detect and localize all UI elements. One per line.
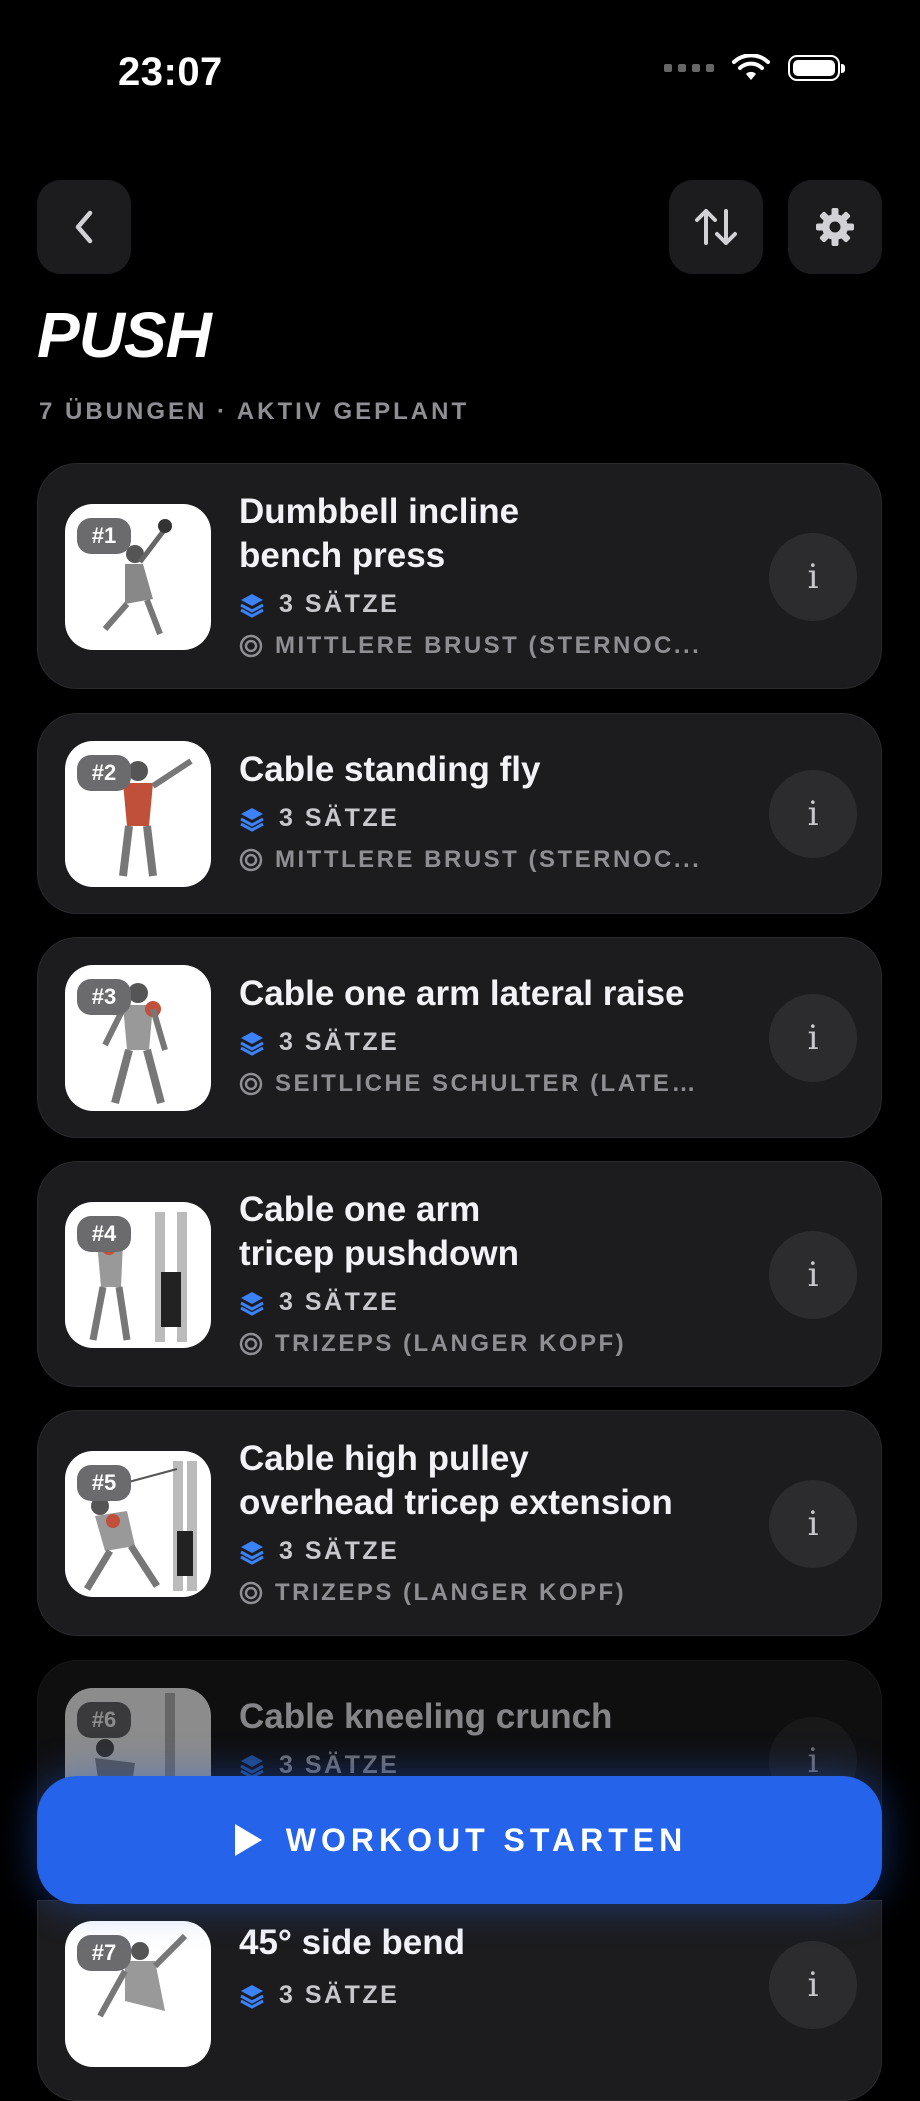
exercise-name: Cable kneeling crunch xyxy=(239,1695,719,1739)
exercise-name-line: Cable one arm xyxy=(239,1190,481,1229)
exercise-thumbnail: #2 xyxy=(65,741,211,887)
sets-count: 3 SÄTZE xyxy=(279,1981,400,2009)
target-muscle: MITTLERE BRUST (STERNOC... xyxy=(275,632,702,659)
exercise-name-line: Cable kneeling crunch xyxy=(239,1697,613,1736)
exercise-thumbnail: #1 xyxy=(65,504,211,650)
target-icon xyxy=(239,1332,263,1356)
exercise-thumbnail: #4 xyxy=(65,1202,211,1348)
exercise-name-line: Dumbbell incline xyxy=(239,492,520,531)
back-button[interactable] xyxy=(37,180,131,274)
sort-button[interactable] xyxy=(669,180,763,274)
info-button[interactable]: i xyxy=(769,1480,857,1568)
info-button[interactable]: i xyxy=(769,770,857,858)
exercise-name-line: bench press xyxy=(239,536,446,575)
gear-icon xyxy=(816,208,854,246)
exercise-name: Cable one arm lateral raise xyxy=(239,972,759,1016)
sort-arrows-icon xyxy=(695,209,737,245)
exercise-card[interactable]: #3 Cable one arm lateral raise 3 SÄTZE S… xyxy=(37,937,882,1138)
exercise-number-badge: #5 xyxy=(77,1465,131,1501)
target-icon xyxy=(239,848,263,872)
info-button[interactable]: i xyxy=(769,1231,857,1319)
exercise-thumbnail: #7 xyxy=(65,1921,211,2067)
exercise-name: 45° side bend xyxy=(239,1921,719,1965)
exercise-name-line: Cable high pulley xyxy=(239,1439,529,1478)
target-icon xyxy=(239,634,263,658)
sets-count: 3 SÄTZE xyxy=(279,1288,400,1316)
info-button[interactable]: i xyxy=(769,533,857,621)
status-icons xyxy=(664,54,845,82)
layers-icon xyxy=(240,593,264,618)
exercise-name: Cable high pulley overhead tricep extens… xyxy=(239,1437,719,1525)
muscle-row: TRIZEPS (LANGER KOPF) xyxy=(239,1330,626,1358)
exercise-card[interactable]: #1 Dumbbell incline bench press 3 SÄTZE … xyxy=(37,463,882,689)
exercise-name-line: overhead tricep extension xyxy=(239,1483,673,1522)
exercise-number-badge: #6 xyxy=(77,1702,131,1738)
layers-icon xyxy=(240,1031,264,1056)
page-subtitle: 7 ÜBUNGEN · AKTIV GEPLANT xyxy=(39,398,470,425)
exercise-thumbnail: #3 xyxy=(65,965,211,1111)
exercise-number-badge: #1 xyxy=(77,518,131,554)
wifi-icon xyxy=(732,54,770,80)
target-muscle: TRIZEPS (LANGER KOPF) xyxy=(275,1330,627,1357)
target-icon xyxy=(239,1581,263,1605)
exercise-name-line: Cable standing fly xyxy=(239,750,541,789)
exercise-name-line: tricep pushdown xyxy=(239,1234,519,1273)
exercise-name-line: Cable one arm lateral raise xyxy=(239,974,685,1013)
page-title: PUSH xyxy=(37,299,212,371)
start-workout-button[interactable]: WORKOUT STARTEN xyxy=(37,1776,882,1904)
info-button[interactable]: i xyxy=(769,994,857,1082)
muscle-row: MITTLERE BRUST (STERNOC... xyxy=(239,846,701,874)
sets-row: 3 SÄTZE xyxy=(239,1981,399,2010)
target-muscle: MITTLERE BRUST (STERNOC... xyxy=(275,846,702,873)
exercise-thumbnail: #5 xyxy=(65,1451,211,1597)
battery-icon xyxy=(788,55,845,81)
layers-icon xyxy=(240,1754,264,1779)
play-icon xyxy=(234,1824,262,1856)
settings-button[interactable] xyxy=(788,180,882,274)
target-muscle: SEITLICHE SCHULTER (LATER... xyxy=(275,1070,715,1097)
exercise-name: Cable standing fly xyxy=(239,748,719,792)
sets-row: 3 SÄTZE xyxy=(239,1288,399,1317)
muscle-row: TRIZEPS (LANGER KOPF) xyxy=(239,1579,626,1607)
status-time: 23:07 xyxy=(118,50,223,94)
sets-row: 3 SÄTZE xyxy=(239,1028,399,1057)
info-button[interactable]: i xyxy=(769,1941,857,2029)
exercise-card[interactable]: #4 Cable one arm tricep pushdown 3 SÄTZE… xyxy=(37,1161,882,1387)
sets-row: 3 SÄTZE xyxy=(239,804,399,833)
exercise-number-badge: #2 xyxy=(77,755,131,791)
exercise-number-badge: #4 xyxy=(77,1216,131,1252)
layers-icon xyxy=(240,1984,264,2009)
target-muscle: TRIZEPS (LANGER KOPF) xyxy=(275,1579,627,1606)
sets-row: 3 SÄTZE xyxy=(239,590,399,619)
layers-icon xyxy=(240,1291,264,1316)
exercise-name: Cable one arm tricep pushdown xyxy=(239,1188,719,1276)
sets-count: 3 SÄTZE xyxy=(279,590,400,618)
exercise-name: Dumbbell incline bench press xyxy=(239,490,719,578)
sets-row: 3 SÄTZE xyxy=(239,1537,399,1566)
sets-count: 3 SÄTZE xyxy=(279,1537,400,1565)
target-icon xyxy=(239,1072,263,1096)
exercise-card[interactable]: #5 Cable high pulley overhead tricep ext… xyxy=(37,1410,882,1636)
muscle-row: MITTLERE BRUST (STERNOC... xyxy=(239,632,701,660)
cellular-signal-icon xyxy=(664,64,714,72)
start-workout-label: WORKOUT STARTEN xyxy=(285,1821,688,1858)
back-chevron-icon xyxy=(75,210,93,244)
layers-icon xyxy=(240,807,264,832)
sets-count: 3 SÄTZE xyxy=(279,804,400,832)
exercise-card[interactable]: #2 Cable standing fly 3 SÄTZE MITTLERE B… xyxy=(37,713,882,914)
exercise-name-line: 45° side bend xyxy=(239,1923,466,1962)
muscle-row: SEITLICHE SCHULTER (LATER... xyxy=(239,1070,715,1098)
exercise-number-badge: #7 xyxy=(77,1935,131,1971)
layers-icon xyxy=(240,1540,264,1565)
exercise-card[interactable]: #7 45° side bend 3 SÄTZE i xyxy=(37,1900,882,2101)
exercise-number-badge: #3 xyxy=(77,979,131,1015)
sets-count: 3 SÄTZE xyxy=(279,1028,400,1056)
